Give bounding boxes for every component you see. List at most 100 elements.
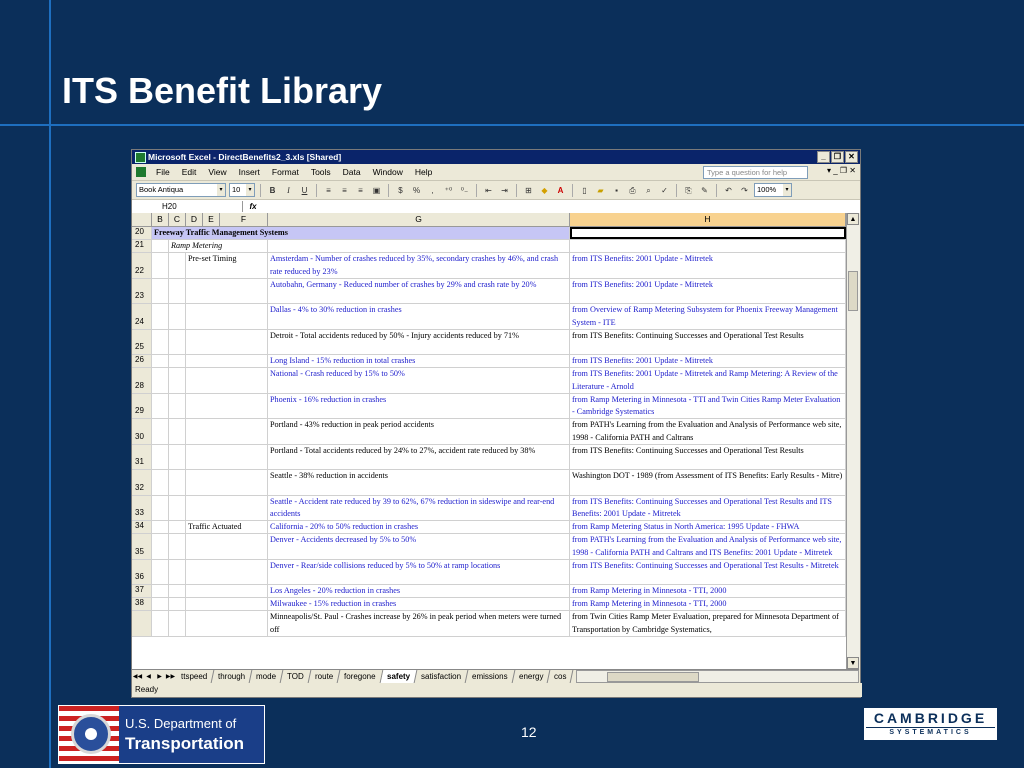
sheet-tab-tod[interactable]: TOD xyxy=(281,670,312,683)
column-header-e[interactable]: E xyxy=(203,213,220,226)
source-cell[interactable]: from Ramp Metering in Minnesota - TTI an… xyxy=(570,393,846,418)
row-header[interactable]: 20 xyxy=(132,227,152,239)
source-cell[interactable]: from ITS Benefits: 2001 Update - Mitrete… xyxy=(570,253,846,278)
row-header[interactable]: 22 xyxy=(132,253,152,278)
sheet-tab-emissions[interactable]: emissions xyxy=(465,670,516,683)
cell-f[interactable] xyxy=(186,495,268,520)
align-center-icon[interactable]: ≡ xyxy=(338,184,351,197)
cell-b[interactable] xyxy=(152,559,169,584)
cell-h[interactable] xyxy=(570,240,846,252)
column-header-b[interactable]: B xyxy=(152,213,169,226)
close-button[interactable]: ✕ xyxy=(845,151,858,163)
restore-button[interactable]: ❐ xyxy=(831,151,844,163)
cell-b[interactable] xyxy=(152,355,169,367)
row-header[interactable]: 25 xyxy=(132,329,152,354)
column-header-g[interactable]: G xyxy=(268,213,570,226)
cell-h[interactable] xyxy=(570,227,846,239)
font-size-select[interactable]: 10 ▾ xyxy=(229,183,255,197)
section-header-cell[interactable]: Freeway Traffic Management Systems xyxy=(152,227,570,239)
benefit-cell[interactable]: Amsterdam - Number of crashes reduced by… xyxy=(268,253,570,278)
cell-b[interactable] xyxy=(152,278,169,303)
source-cell[interactable]: from ITS Benefits: 2001 Update - Mitrete… xyxy=(570,355,846,367)
source-cell[interactable]: from ITS Benefits: Continuing Successes … xyxy=(570,559,846,584)
cell-f[interactable] xyxy=(186,444,268,469)
sheet-tab-energy[interactable]: energy xyxy=(512,670,551,683)
underline-icon[interactable]: U xyxy=(298,184,311,197)
cell-f[interactable] xyxy=(186,611,268,636)
fill-color-icon[interactable]: ◆ xyxy=(538,184,551,197)
row-header[interactable]: 30 xyxy=(132,419,152,444)
source-cell[interactable]: from ITS Benefits: 2001 Update - Mitrete… xyxy=(570,368,846,393)
scroll-thumb[interactable] xyxy=(848,271,858,311)
cell-c[interactable] xyxy=(169,585,186,597)
horizontal-scrollbar[interactable] xyxy=(575,670,859,683)
undo-icon[interactable]: ↶ xyxy=(722,184,735,197)
cell-c[interactable] xyxy=(169,598,186,610)
benefit-cell[interactable]: Minneapolis/St. Paul - Crashes increase … xyxy=(268,611,570,636)
row-header[interactable]: 36 xyxy=(132,559,152,584)
column-header-f[interactable]: F xyxy=(220,213,268,226)
cell-b[interactable] xyxy=(152,470,169,495)
row-header[interactable]: 28 xyxy=(132,368,152,393)
row-header[interactable]: 31 xyxy=(132,444,152,469)
sheet-tab-route[interactable]: route xyxy=(308,670,341,683)
cell-c[interactable] xyxy=(169,611,186,636)
minimize-button[interactable]: _ xyxy=(817,151,830,163)
benefit-cell[interactable]: Long Island - 15% reduction in total cra… xyxy=(268,355,570,367)
merge-icon[interactable]: ▣ xyxy=(370,184,383,197)
cell-g[interactable] xyxy=(268,240,570,252)
cell-f[interactable] xyxy=(186,355,268,367)
source-cell[interactable]: from ITS Benefits: Continuing Successes … xyxy=(570,495,846,520)
subsection-cell[interactable]: Ramp Metering xyxy=(169,240,268,252)
source-cell[interactable]: from Ramp Metering Status in North Ameri… xyxy=(570,521,846,533)
row-header[interactable]: 33 xyxy=(132,495,152,520)
cell-c[interactable] xyxy=(169,495,186,520)
row-header[interactable]: 24 xyxy=(132,304,152,329)
cell-b[interactable] xyxy=(152,393,169,418)
menu-tools[interactable]: Tools xyxy=(305,167,337,177)
cell-f[interactable] xyxy=(186,470,268,495)
menu-data[interactable]: Data xyxy=(337,167,367,177)
align-right-icon[interactable]: ≡ xyxy=(354,184,367,197)
name-box[interactable]: H20 xyxy=(132,201,243,212)
cell-f[interactable] xyxy=(186,393,268,418)
row-header[interactable]: 21 xyxy=(132,240,152,252)
column-header-c[interactable]: C xyxy=(169,213,186,226)
cell-c[interactable] xyxy=(169,559,186,584)
benefit-cell[interactable]: Seattle - Accident rate reduced by 39 to… xyxy=(268,495,570,520)
benefit-cell[interactable]: Portland - Total accidents reduced by 24… xyxy=(268,444,570,469)
percent-icon[interactable]: % xyxy=(410,184,423,197)
increase-indent-icon[interactable]: ⇥ xyxy=(498,184,511,197)
decrease-decimal-icon[interactable]: ⁰₋ xyxy=(458,184,471,197)
benefit-cell[interactable]: Phoenix - 16% reduction in crashes xyxy=(268,393,570,418)
sheet-tab-mode[interactable]: mode xyxy=(250,670,284,683)
benefit-cell[interactable]: Denver - Accidents decreased by 5% to 50… xyxy=(268,534,570,559)
menu-edit[interactable]: Edit xyxy=(176,167,203,177)
redo-icon[interactable]: ↷ xyxy=(738,184,751,197)
first-sheet-arrow[interactable]: ◀◀ xyxy=(132,673,143,680)
cell-f[interactable] xyxy=(186,329,268,354)
row-header[interactable] xyxy=(132,611,152,636)
cell-b[interactable] xyxy=(152,253,169,278)
source-cell[interactable]: from PATH's Learning from the Evaluation… xyxy=(570,534,846,559)
print-preview-icon[interactable]: ⌕ xyxy=(642,184,655,197)
row-header[interactable]: 23 xyxy=(132,278,152,303)
source-cell[interactable]: from ITS Benefits: Continuing Successes … xyxy=(570,329,846,354)
h-scroll-thumb[interactable] xyxy=(606,672,699,682)
cell-c[interactable] xyxy=(169,419,186,444)
borders-icon[interactable]: ⊞ xyxy=(522,184,535,197)
cell-b[interactable] xyxy=(152,534,169,559)
column-header-d[interactable]: D xyxy=(186,213,203,226)
cell-c[interactable] xyxy=(169,393,186,418)
cell-f[interactable] xyxy=(186,368,268,393)
currency-icon[interactable]: $ xyxy=(394,184,407,197)
sheet-tab-cos[interactable]: cos xyxy=(547,670,575,683)
next-sheet-arrow[interactable]: ▶ xyxy=(154,673,165,680)
source-cell[interactable]: from PATH's Learning from the Evaluation… xyxy=(570,419,846,444)
row-header[interactable]: 38 xyxy=(132,598,152,610)
fx-icon[interactable]: fx xyxy=(243,202,263,211)
source-cell[interactable]: from Twin Cities Ramp Meter Evaluation, … xyxy=(570,611,846,636)
cell-b[interactable] xyxy=(152,495,169,520)
benefit-cell[interactable]: Detroit - Total accidents reduced by 50%… xyxy=(268,329,570,354)
source-cell[interactable]: from ITS Benefits: Continuing Successes … xyxy=(570,444,846,469)
